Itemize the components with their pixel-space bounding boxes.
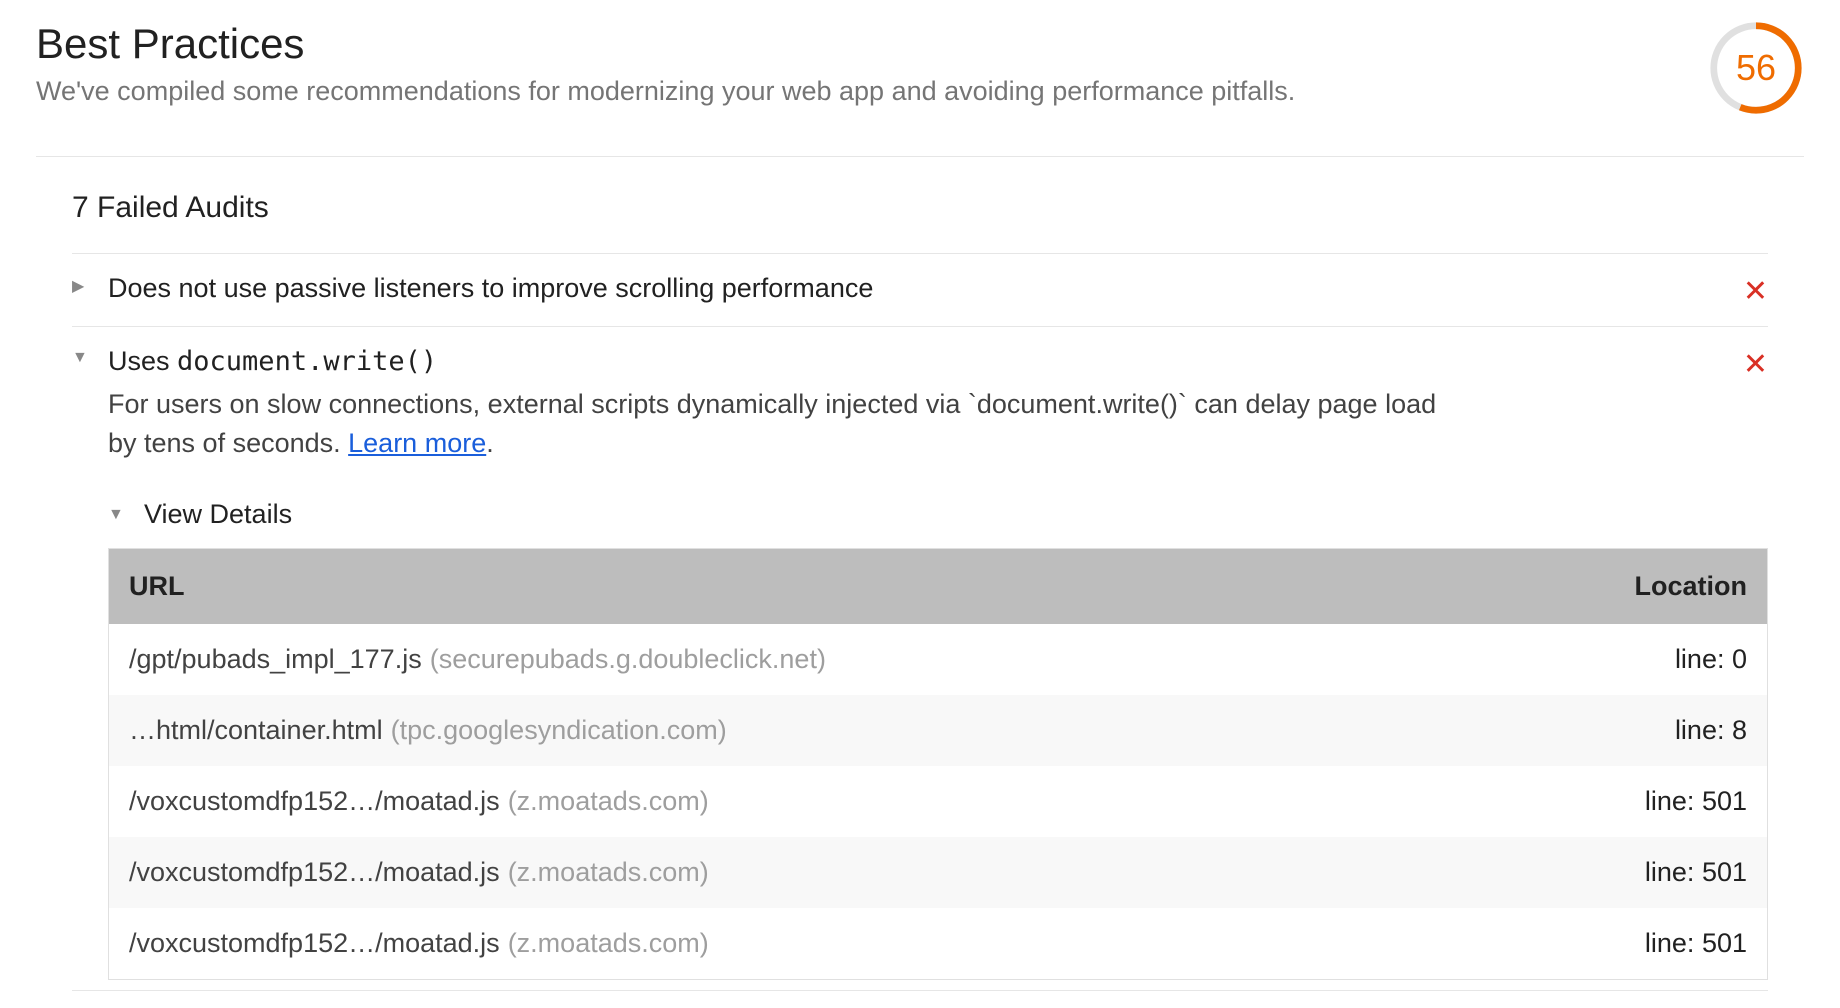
table-row: /gpt/pubads_impl_177.js (securepubads.g.d… bbox=[109, 624, 1768, 695]
location-cell: line: 501 bbox=[1482, 837, 1767, 908]
audit-row: ▼ Uses document.write() For users on slo… bbox=[72, 327, 1768, 991]
audit-title: Uses document.write() bbox=[108, 343, 1731, 381]
chevron-right-icon: ▶ bbox=[72, 276, 90, 296]
view-details-label: View Details bbox=[144, 499, 292, 530]
fail-icon: ✕ bbox=[1743, 343, 1768, 383]
url-path: /voxcustomdfp152…/moatad.js bbox=[129, 928, 500, 958]
failed-audits-heading: 7 Failed Audits bbox=[72, 157, 1768, 254]
location-cell: line: 8 bbox=[1482, 695, 1767, 766]
category-title: Best Practices bbox=[36, 20, 1678, 68]
url-domain: (z.moatads.com) bbox=[508, 857, 709, 887]
category-subtitle: We've compiled some recommendations for … bbox=[36, 74, 1678, 109]
url-domain: (z.moatads.com) bbox=[508, 928, 709, 958]
chevron-down-icon: ▼ bbox=[72, 349, 90, 367]
location-cell: line: 0 bbox=[1482, 624, 1767, 695]
score-gauge: 56 bbox=[1708, 20, 1804, 116]
table-row: /voxcustomdfp152…/moatad.js (z.moatads.co… bbox=[109, 908, 1768, 980]
audit-description: For users on slow connections, external … bbox=[108, 385, 1468, 463]
col-url: URL bbox=[109, 549, 1483, 625]
table-row: /voxcustomdfp152…/moatad.js (z.moatads.co… bbox=[109, 837, 1768, 908]
url-path: /voxcustomdfp152…/moatad.js bbox=[129, 857, 500, 887]
fail-icon: ✕ bbox=[1743, 270, 1768, 310]
audit-toggle[interactable]: ▶ Does not use passive listeners to impr… bbox=[72, 254, 1768, 326]
url-domain: (z.moatads.com) bbox=[508, 786, 709, 816]
url-path: /voxcustomdfp152…/moatad.js bbox=[129, 786, 500, 816]
url-path: /gpt/pubads_impl_177.js bbox=[129, 644, 422, 674]
learn-more-link[interactable]: Learn more bbox=[348, 428, 486, 458]
col-location: Location bbox=[1482, 549, 1767, 625]
table-row: …html/container.html (tpc.googlesyndicati… bbox=[109, 695, 1768, 766]
audit-toggle[interactable]: ▼ Uses document.write() For users on slo… bbox=[72, 327, 1768, 479]
chevron-down-icon: ▼ bbox=[108, 506, 126, 524]
table-row: /voxcustomdfp152…/moatad.js (z.moatads.co… bbox=[109, 766, 1768, 837]
url-domain: (tpc.googlesyndication.com) bbox=[391, 715, 727, 745]
category-header: Best Practices We've compiled some recom… bbox=[36, 20, 1804, 157]
location-cell: line: 501 bbox=[1482, 908, 1767, 980]
url-domain: (securepubads.g.doubleclick.net) bbox=[430, 644, 826, 674]
score-value: 56 bbox=[1708, 20, 1804, 116]
audit-row: ▶ Does not use passive listeners to impr… bbox=[72, 254, 1768, 327]
location-cell: line: 501 bbox=[1482, 766, 1767, 837]
view-details-toggle[interactable]: ▼ View Details bbox=[108, 479, 1768, 548]
details-table: URL Location /gpt/pubads_impl_177.js (sec… bbox=[108, 548, 1768, 980]
url-path: …html/container.html bbox=[129, 715, 383, 745]
audit-title: Does not use passive listeners to improv… bbox=[108, 270, 1731, 308]
